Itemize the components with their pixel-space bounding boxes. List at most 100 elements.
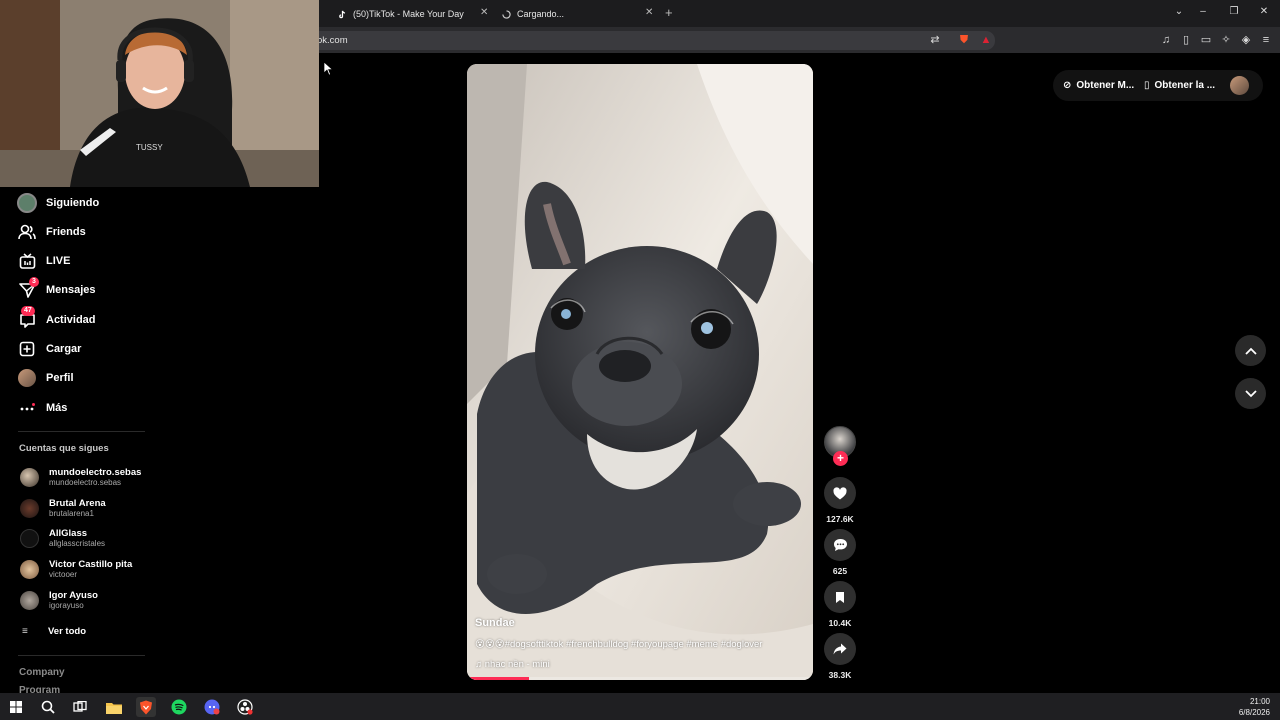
like-button[interactable]: 127.6K	[824, 477, 856, 524]
following-account[interactable]: mundoelectro.sebas mundoelectro.sebas	[20, 464, 141, 490]
tiktok-favicon-icon	[338, 10, 347, 19]
get-app-button[interactable]: ▯ Obtener la ...	[1144, 74, 1215, 96]
user-avatar[interactable]	[1230, 76, 1249, 95]
sidebar-item-label: Cargar	[46, 343, 82, 355]
profile-avatar-icon	[17, 368, 37, 388]
save-count: 10.4K	[828, 618, 852, 628]
tab-close-icon[interactable]: ✕	[645, 7, 653, 18]
account-handle: allglasscristales	[49, 539, 106, 548]
sidebar-item-siguiendo[interactable]: Siguiendo	[17, 192, 99, 214]
discord-icon[interactable]	[202, 697, 222, 717]
sidebar-item-label: LIVE	[46, 255, 71, 267]
heart-icon	[824, 477, 856, 509]
video-caption: 😵😵😵#dogsofttiktok #frenchbulldog #foryou…	[475, 639, 763, 650]
music-note-icon: ♫	[475, 659, 483, 670]
wallet-icon[interactable]: ▭	[1199, 33, 1213, 47]
avatar	[20, 528, 39, 548]
brave-shield-icon[interactable]: ⛊	[957, 33, 971, 47]
account-handle: mundoelectro.sebas	[49, 478, 122, 487]
sidebar-item-actividad[interactable]: 47 Actividad	[17, 306, 96, 331]
sidebar-item-label: Actividad	[46, 314, 96, 326]
following-account[interactable]: Victor Castillo pita victooer	[20, 556, 132, 582]
minimize-icon[interactable]: –	[1196, 6, 1210, 17]
vpn-icon[interactable]: ◈	[1239, 33, 1253, 47]
follow-plus-icon[interactable]: +	[833, 451, 848, 466]
account-name: Igor Ayuso	[49, 590, 98, 601]
system-clock[interactable]: 21:00 6/8/2026	[1239, 696, 1270, 718]
sidebar-item-perfil[interactable]: Perfil	[17, 367, 74, 389]
tab-search-chevron-icon[interactable]: ⌄	[1172, 6, 1186, 17]
leo-ai-icon[interactable]: ✧	[1219, 33, 1233, 47]
sidebar-item-mensajes[interactable]: 3 Mensajes	[17, 277, 96, 301]
sidebar-item-label: Perfil	[46, 372, 74, 384]
tab-tiktok[interactable]: (50)TikTok - Make Your Day	[338, 3, 464, 25]
live-icon	[17, 251, 37, 271]
messages-icon: 3	[17, 277, 39, 300]
footer-company-link[interactable]: Company	[19, 667, 65, 678]
spotify-icon[interactable]	[169, 697, 189, 717]
avatar	[20, 467, 39, 487]
clock-time: 21:00	[1249, 697, 1270, 706]
creator-avatar[interactable]: +	[824, 426, 856, 466]
sidebar-item-friends[interactable]: Friends	[17, 221, 86, 243]
bookmark-icon	[824, 581, 856, 613]
windows-taskbar: 21:00 6/8/2026	[0, 693, 1280, 720]
account-name: AllGlass	[49, 528, 88, 539]
share-button[interactable]: 38.3K	[824, 633, 856, 680]
avatar	[20, 590, 39, 610]
like-count: 127.6K	[826, 514, 854, 524]
translate-icon[interactable]: ⇄	[928, 33, 942, 47]
following-account[interactable]: AllGlass allglasscristales	[20, 525, 105, 551]
get-coins-label: Obtener M...	[1076, 79, 1135, 91]
account-name: Brutal Arena	[49, 498, 106, 509]
previous-video-button[interactable]	[1235, 335, 1266, 366]
webcam-overlay: TUSSY	[0, 0, 319, 187]
upload-icon	[17, 339, 37, 359]
sidebar-item-cargar[interactable]: Cargar	[17, 338, 81, 360]
loading-spinner-icon	[502, 9, 511, 19]
share-count: 38.3K	[828, 670, 852, 680]
next-video-button[interactable]	[1235, 378, 1266, 409]
video-player[interactable]: Sundae 😵😵😵#dogsofttiktok #frenchbulldog …	[467, 64, 813, 680]
music-title: nhạc nền - mini	[484, 659, 550, 670]
sidebar-icon[interactable]: ▯	[1179, 33, 1193, 47]
mouse-cursor-icon	[324, 62, 333, 76]
tab-label: Cargando...	[517, 9, 565, 19]
sidebar-item-mas[interactable]: Más	[17, 397, 67, 419]
sidebar-divider	[18, 655, 145, 656]
video-author[interactable]: Sundae	[475, 617, 515, 629]
brave-rewards-icon[interactable]: ▲	[979, 33, 993, 47]
avatar	[20, 559, 39, 579]
save-button[interactable]: 10.4K	[824, 581, 856, 628]
maximize-icon[interactable]: ❐	[1227, 6, 1241, 17]
tab-close-icon[interactable]: ✕	[480, 7, 488, 18]
brave-browser-icon[interactable]	[136, 697, 156, 717]
search-icon[interactable]	[38, 697, 58, 717]
file-explorer-icon[interactable]	[104, 697, 124, 717]
svg-text:TUSSY: TUSSY	[136, 143, 163, 152]
coin-icon: ⊘	[1063, 79, 1072, 91]
media-icon[interactable]: ♫	[1159, 33, 1173, 47]
tab-loading[interactable]: Cargando...	[502, 3, 564, 25]
comment-button[interactable]: 625	[824, 529, 856, 576]
video-progress-bar[interactable]	[467, 677, 813, 680]
following-account[interactable]: Brutal Arena brutalarena1	[20, 495, 106, 521]
address-bar[interactable]: ok.com ⇄	[305, 31, 995, 50]
close-window-icon[interactable]: ✕	[1257, 6, 1271, 17]
sidebar-item-live[interactable]: LIVE	[17, 250, 70, 272]
clock-date: 6/8/2026	[1238, 708, 1270, 717]
webcam-person-image: TUSSY	[0, 0, 319, 187]
task-view-icon[interactable]	[70, 697, 90, 717]
windows-start-icon[interactable]	[6, 697, 26, 717]
obs-icon[interactable]	[235, 697, 255, 717]
following-section-title: Cuentas que sigues	[19, 443, 109, 454]
video-music[interactable]: ♫ nhạc nền - mini	[475, 659, 550, 670]
menu-icon[interactable]: ≡	[1259, 33, 1273, 47]
get-coins-button[interactable]: ⊘ Obtener M...	[1063, 74, 1134, 96]
new-tab-plus-icon[interactable]: +	[665, 5, 673, 20]
following-account[interactable]: Igor Ayuso igorayuso	[20, 587, 98, 613]
chevron-down-icon	[1244, 389, 1257, 397]
see-all-link[interactable]: ≡ Ver todo	[22, 618, 86, 644]
footer-program-link[interactable]: Program	[19, 685, 60, 693]
french-bulldog-video-frame	[467, 64, 813, 680]
